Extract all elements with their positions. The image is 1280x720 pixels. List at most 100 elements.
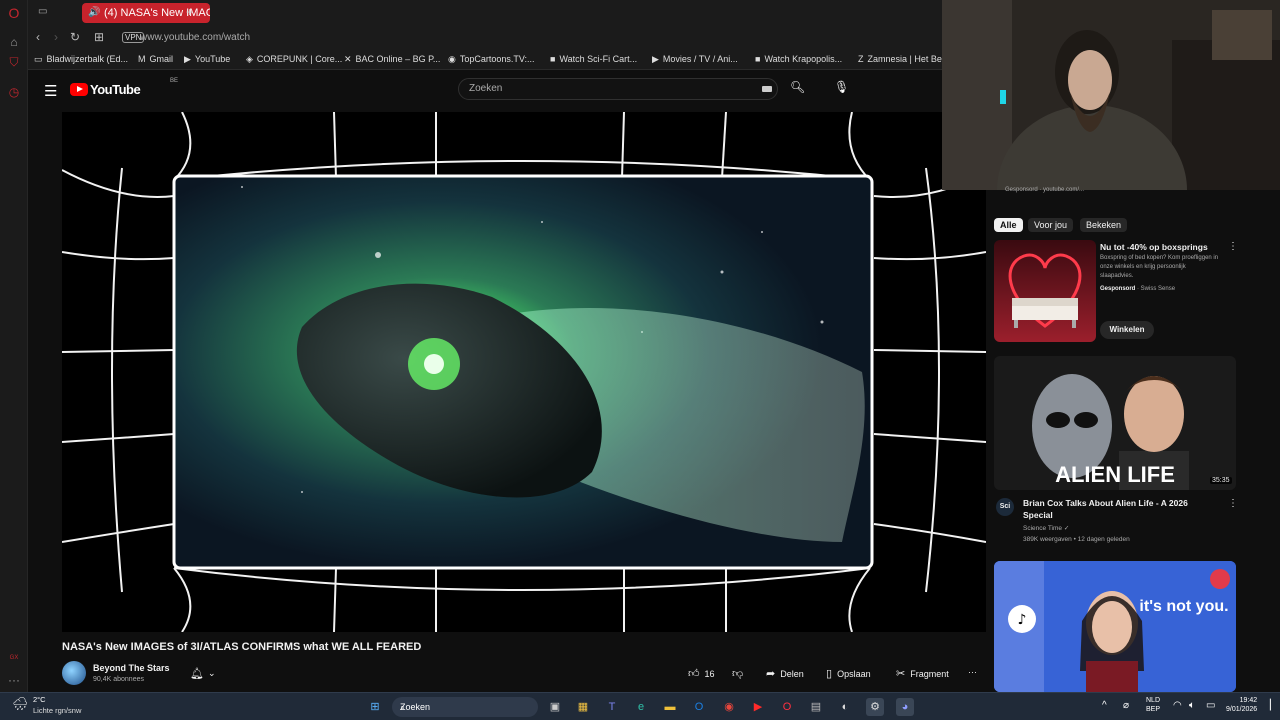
opera-sidebar: O ⌂ ⛉ ◷ GX ··· bbox=[0, 0, 28, 692]
bookmark-item[interactable]: ◉ TopCartoons.TV:... bbox=[448, 54, 535, 65]
video-title-brian-cox[interactable]: Brian Cox Talks About Alien Life - A 202… bbox=[1023, 497, 1213, 521]
weather-description[interactable]: Lichte rgn/snw bbox=[33, 706, 81, 715]
opera-icon[interactable]: O bbox=[778, 698, 796, 716]
search-icon[interactable]: 🔍︎ bbox=[790, 80, 805, 94]
steam-icon[interactable]: ◐ bbox=[836, 698, 854, 716]
settings-icon[interactable]: ⚙ bbox=[866, 698, 884, 716]
save-button[interactable]: ▯ Opslaan bbox=[826, 667, 871, 680]
bookmarks-bar: ▭ Bladwijzerbalk (Ed... M Gmail ▶ YouTube ◈ COR… bbox=[28, 50, 942, 70]
forward-icon[interactable]: › bbox=[54, 30, 58, 44]
windows-start-icon[interactable]: ⊞ bbox=[366, 698, 384, 716]
keyboard-icon[interactable] bbox=[762, 86, 772, 92]
youtube-logo[interactable]: YouTube BE bbox=[70, 78, 178, 100]
wifi-icon[interactable]: ◠ bbox=[1173, 700, 1182, 711]
bookmark-item[interactable]: ■ Watch Sci-Fi Cart... bbox=[550, 54, 637, 64]
outlook-icon[interactable]: O bbox=[690, 698, 708, 716]
opera-logo-icon[interactable]: O bbox=[6, 5, 22, 21]
clip-button[interactable]: ✂ Fragment bbox=[896, 667, 949, 680]
chip-watched[interactable]: Bekeken bbox=[1080, 218, 1128, 232]
video-more-icon[interactable]: ⋮ bbox=[1228, 498, 1238, 509]
video-title: NASA's New IMAGES of 3I/ATLAS CONFIRMS w… bbox=[62, 641, 422, 653]
battery-icon[interactable]: ▭ bbox=[1206, 700, 1215, 711]
bookmark-item[interactable]: ▭ Bladwijzerbalk (Ed... bbox=[34, 54, 128, 65]
chrome-icon[interactable]: ◉ bbox=[720, 698, 738, 716]
url-field[interactable]: www.youtube.com/watch bbox=[140, 32, 250, 43]
tab-menu-icon[interactable]: ▭ bbox=[38, 6, 47, 17]
language-indicator[interactable]: NLD BEP bbox=[1146, 696, 1160, 714]
like-count: 16 bbox=[704, 669, 715, 679]
share-button[interactable]: ➦ Delen bbox=[766, 667, 804, 680]
taskbar-search[interactable]: ⌕ Zoeken bbox=[392, 697, 538, 717]
discord-icon[interactable]: ◕ bbox=[896, 698, 914, 716]
speed-dial-icon[interactable]: ⊞ bbox=[94, 30, 104, 44]
thumbnail-text: ALIEN LIFE bbox=[1055, 462, 1175, 487]
microphone-icon[interactable]: 🎙︎ bbox=[834, 80, 849, 94]
reload-icon[interactable]: ↻ bbox=[70, 30, 80, 44]
history-icon[interactable]: ◷ bbox=[6, 84, 22, 100]
notification-icon[interactable]: ▏ bbox=[1270, 700, 1278, 711]
edge-icon[interactable]: e bbox=[632, 698, 650, 716]
scissors-icon: ✂ bbox=[896, 668, 906, 680]
shop-button[interactable]: Winkelen bbox=[1100, 321, 1154, 339]
bookmark-item[interactable]: Z Zamnesia | Het Be bbox=[858, 54, 942, 64]
bookmark-label: Watch Sci-Fi Cart... bbox=[559, 54, 638, 64]
volume-icon[interactable]: 🔈︎ bbox=[1189, 700, 1195, 711]
ad-more-icon[interactable]: ⋮ bbox=[1228, 241, 1238, 252]
windows-taskbar: 🌧︎ 2°C Lichte rgn/snw ⊞ ⌕ Zoeken ▣ ▦ T e … bbox=[0, 692, 1280, 720]
gx-icon[interactable]: GX bbox=[6, 650, 22, 666]
video-thumbnail[interactable]: ALIEN LIFE bbox=[994, 356, 1236, 490]
sponsored-label-top: Gesponsord · youtube.com/... bbox=[1005, 187, 1085, 193]
bookmark-item[interactable]: ▶ Movies / TV / Ani... bbox=[652, 54, 738, 65]
duration-badge: 35:35 bbox=[1210, 477, 1232, 484]
more-icon[interactable]: ··· bbox=[6, 672, 22, 688]
chip-all[interactable]: Alle bbox=[994, 218, 1023, 232]
weather-icon[interactable]: 🌧︎ bbox=[12, 696, 29, 712]
ad-title[interactable]: Nu tot -40% op boxsprings bbox=[1100, 242, 1220, 252]
webcam-image bbox=[942, 0, 1280, 190]
teams-icon[interactable]: T bbox=[603, 698, 621, 716]
tray-chevron-icon[interactable]: ^ bbox=[1102, 700, 1107, 711]
more-actions-button[interactable]: ··· bbox=[968, 667, 977, 677]
youtube-play-icon bbox=[70, 83, 88, 96]
calculator-icon[interactable]: ▤ bbox=[807, 698, 825, 716]
video-player[interactable] bbox=[62, 112, 986, 632]
dislike-button[interactable]: 👎︎ bbox=[732, 667, 748, 680]
bookmark-icon: ◉ bbox=[448, 54, 456, 64]
chip-for-you[interactable]: Voor jou bbox=[1028, 218, 1074, 232]
bookmark-label: BAC Online – BG P... bbox=[355, 54, 441, 64]
video-thumbnail-2[interactable]: ♪ it's not you. bbox=[994, 561, 1236, 692]
menu-icon[interactable]: ☰ bbox=[44, 82, 57, 100]
tab-strip: ▭ 🔊 (4) NASA's New IMAGE + bbox=[28, 0, 942, 26]
channel-avatar-science-time[interactable]: Sci bbox=[996, 498, 1014, 516]
bookmark-item[interactable]: ✕ BAC Online – BG P... bbox=[344, 54, 440, 65]
speaker-icon: 🔊 bbox=[88, 7, 101, 18]
bookmark-icon: ▭ bbox=[34, 54, 43, 64]
ad-thumbnail[interactable] bbox=[994, 240, 1096, 342]
bell-icon[interactable]: 🔔︎ bbox=[190, 667, 204, 680]
channel-avatar[interactable] bbox=[62, 661, 86, 685]
task-view-icon[interactable]: ▣ bbox=[546, 698, 564, 716]
like-button[interactable]: 👍︎ 16 bbox=[688, 667, 715, 680]
clock[interactable]: 19:42 9/01/2026 bbox=[1226, 696, 1257, 714]
youtube-app-icon[interactable]: ▶ bbox=[749, 698, 767, 716]
widgets-icon[interactable]: ▦ bbox=[574, 698, 592, 716]
bookmark-item[interactable]: ▶ YouTube bbox=[184, 54, 230, 65]
bookmark-label: Watch Krapopolis... bbox=[764, 54, 843, 64]
file-explorer-icon[interactable]: ▬ bbox=[661, 698, 679, 716]
bookmark-item[interactable]: ◈ COREPUNK | Core... bbox=[246, 54, 342, 65]
weather-temperature[interactable]: 2°C bbox=[33, 695, 46, 704]
tray-network-off-icon[interactable]: ⌀ bbox=[1123, 700, 1129, 711]
chevron-down-icon[interactable]: ⌄ bbox=[208, 668, 216, 679]
bag-icon[interactable]: ⛉ bbox=[6, 54, 22, 70]
bookmark-item[interactable]: ■ Watch Krapopolis... bbox=[755, 54, 842, 64]
new-tab-button[interactable]: + bbox=[186, 5, 193, 19]
ad-sponsor-line: Gesponsord · Swiss Sense bbox=[1100, 286, 1176, 292]
speed-dial-icon[interactable]: ⌂ bbox=[6, 34, 22, 50]
bookmark-item[interactable]: M Gmail bbox=[138, 54, 173, 64]
video-channel[interactable]: Science Time ✓ bbox=[1023, 524, 1069, 532]
channel-name[interactable]: Beyond The Stars bbox=[93, 663, 170, 673]
video-frame bbox=[62, 112, 986, 632]
search-input[interactable]: Zoeken bbox=[458, 78, 778, 100]
back-icon[interactable]: ‹ bbox=[36, 30, 40, 44]
address-bar-row: ‹ › ↻ ⊞ VPN 🔒 www.youtube.com/watch bbox=[28, 26, 942, 50]
